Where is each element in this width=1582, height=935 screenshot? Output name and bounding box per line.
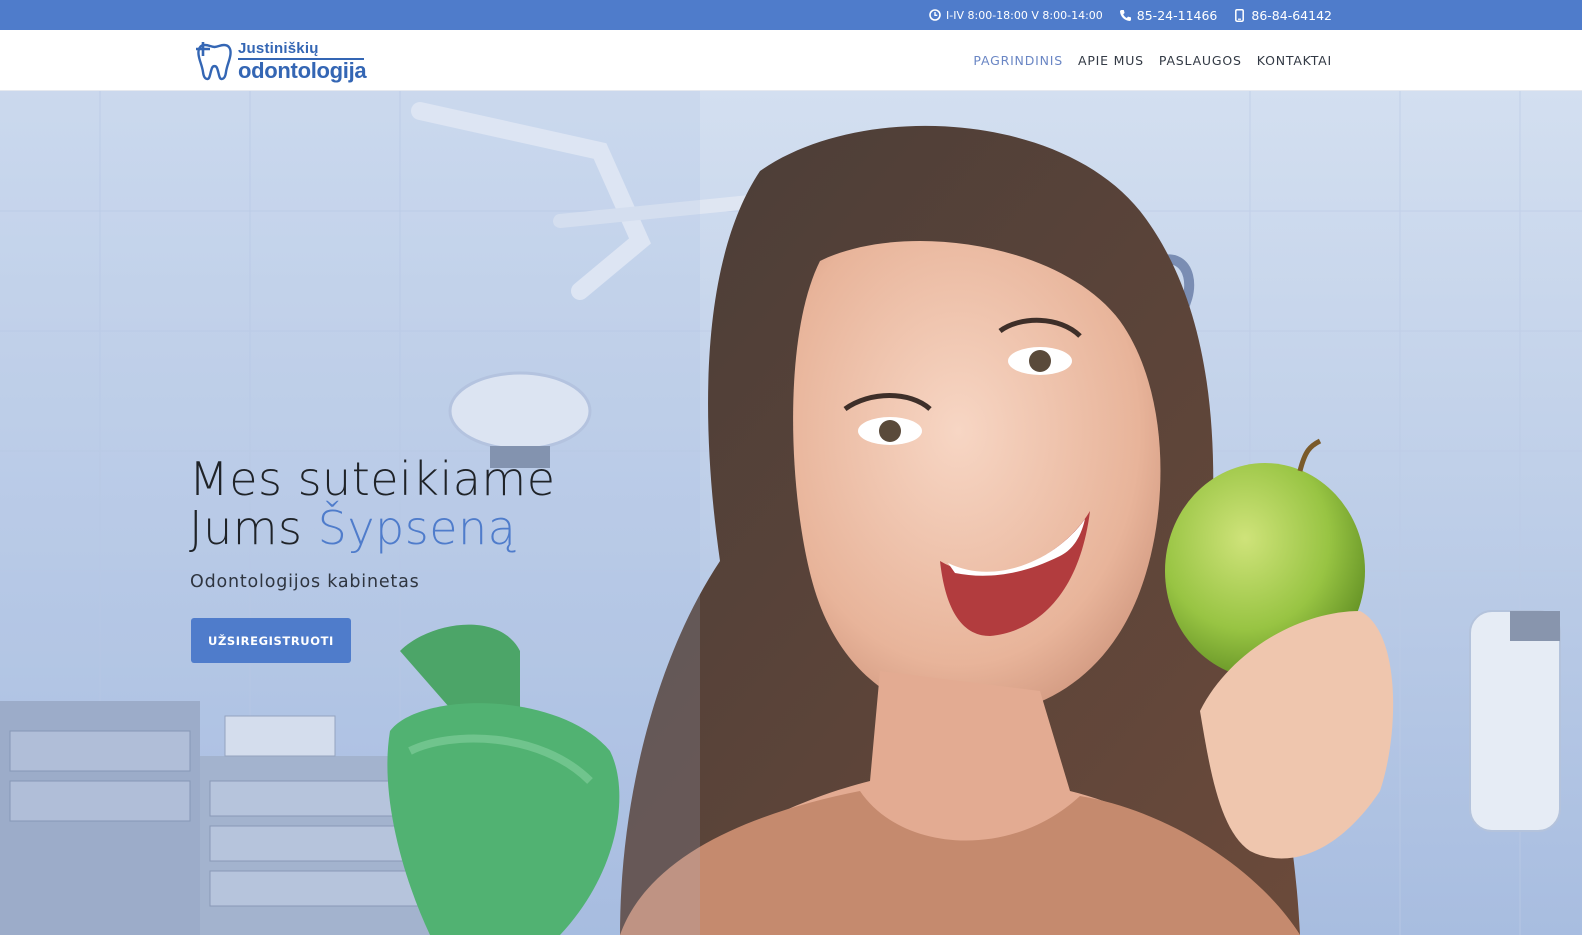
- mobile-number[interactable]: 86-84-64142: [1251, 8, 1332, 23]
- site-header: Justiniškių odontologija PAGRINDINIS API…: [0, 30, 1582, 91]
- nav-item-apie-mus[interactable]: APIE MUS: [1078, 53, 1144, 68]
- opening-hours-text: I-IV 8:00-18:00 V 8:00-14:00: [946, 8, 1103, 22]
- main-nav: PAGRINDINIS APIE MUS PASLAUGOS KONTAKTAI: [973, 30, 1332, 90]
- logo-line-2: odontologija: [238, 58, 367, 83]
- nav-item-kontaktai[interactable]: KONTAKTAI: [1257, 53, 1332, 68]
- phone-contact[interactable]: 85-24-11466: [1119, 8, 1218, 23]
- register-button[interactable]: UŽSIREGISTRUOTI: [191, 618, 351, 663]
- clock-icon: [928, 9, 941, 22]
- phone-number[interactable]: 85-24-11466: [1137, 8, 1218, 23]
- opening-hours: I-IV 8:00-18:00 V 8:00-14:00: [928, 9, 1103, 22]
- hero-subtitle: Odontologijos kabinetas: [190, 572, 420, 592]
- nav-item-pagrindinis[interactable]: PAGRINDINIS: [973, 53, 1063, 68]
- tooth-logo-icon: [196, 42, 232, 81]
- contact-info: I-IV 8:00-18:00 V 8:00-14:00 85-24-11466…: [928, 0, 1332, 30]
- mobile-icon: [1233, 8, 1246, 22]
- hero-title: Mes suteikiame Jums Šypseną: [189, 455, 556, 553]
- mobile-contact[interactable]: 86-84-64142: [1233, 8, 1332, 23]
- phone-icon: [1119, 9, 1132, 22]
- top-info-bar: I-IV 8:00-18:00 V 8:00-14:00 85-24-11466…: [0, 0, 1582, 30]
- logo-line-1: Justiniškių: [238, 40, 319, 57]
- logo-text: Justiniškių odontologija: [238, 38, 368, 83]
- logo[interactable]: Justiniškių odontologija: [196, 36, 371, 84]
- hero-title-line-2: Jums: [189, 501, 318, 555]
- hero-title-line-1: Mes suteikiame: [189, 452, 556, 506]
- nav-item-paslaugos[interactable]: PASLAUGOS: [1159, 53, 1242, 68]
- hero-section: Mes suteikiame Jums Šypseną Odontologijo…: [0, 91, 1582, 935]
- hero-title-accent: Šypseną: [317, 501, 517, 555]
